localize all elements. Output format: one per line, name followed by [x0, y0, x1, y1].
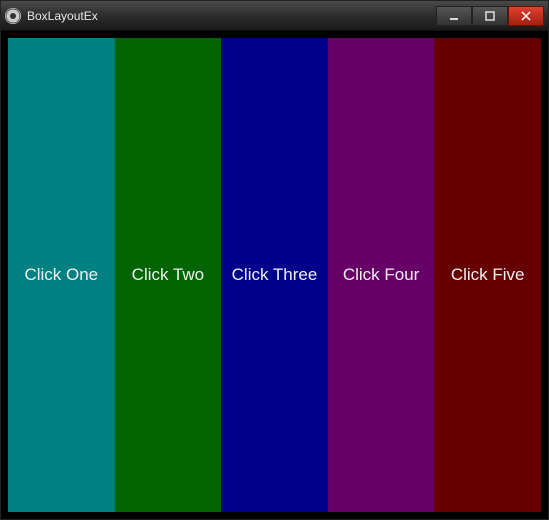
panel-click-two[interactable]: Click Two: [115, 38, 222, 512]
box-layout: Click One Click Two Click Three Click Fo…: [8, 38, 541, 512]
panel-label: Click One: [24, 265, 98, 285]
minimize-button[interactable]: [436, 6, 472, 26]
panel-label: Click Two: [132, 265, 204, 285]
panel-click-four[interactable]: Click Four: [328, 38, 435, 512]
panel-label: Click Five: [451, 265, 525, 285]
panel-label: Click Three: [232, 265, 318, 285]
minimize-icon: [449, 11, 459, 21]
titlebar[interactable]: BoxLayoutEx: [1, 1, 548, 31]
panel-label: Click Four: [343, 265, 420, 285]
window-title: BoxLayoutEx: [27, 9, 436, 23]
close-button[interactable]: [508, 6, 544, 26]
maximize-button[interactable]: [472, 6, 508, 26]
panel-click-three[interactable]: Click Three: [221, 38, 328, 512]
close-icon: [521, 11, 531, 21]
maximize-icon: [485, 11, 495, 21]
window-controls: [436, 6, 544, 26]
app-window: BoxLayoutEx Click One Click Two Click Th…: [0, 0, 549, 520]
app-icon: [5, 8, 21, 24]
panel-click-one[interactable]: Click One: [8, 38, 115, 512]
content-frame: Click One Click Two Click Three Click Fo…: [1, 31, 548, 519]
panel-click-five[interactable]: Click Five: [434, 38, 541, 512]
